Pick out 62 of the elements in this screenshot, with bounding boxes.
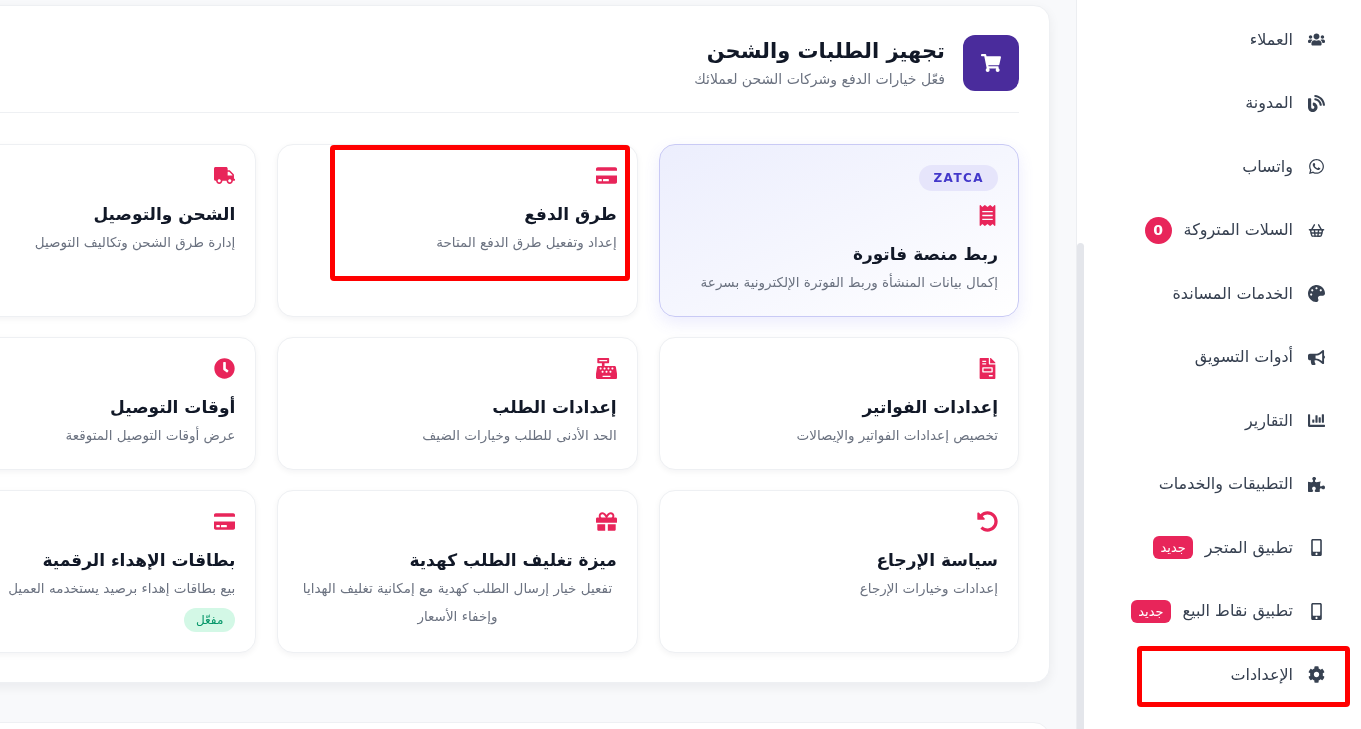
palette-icon xyxy=(1307,285,1325,303)
card-description: إعداد وتفعيل طرق الدفع المتاحة xyxy=(436,233,617,253)
sidebar-item[interactable]: تطبيق المتجر جديد xyxy=(1077,516,1361,580)
settings-card[interactable]: إعدادات الفواتير تخصيص إعدادات الفواتير والإيصالات xyxy=(658,337,1019,470)
card-title: الشحن والتوصيل xyxy=(93,203,236,226)
card-description: إكمال بيانات المنشأة وربط الفوترة الإلكترونية بسرعة xyxy=(700,272,998,293)
card-title: بطاقات الإهداء الرقمية xyxy=(42,549,236,572)
card-description: بيع بطاقات إهداء برصيد يستخدمه العميل xyxy=(8,579,236,599)
sidebar-item[interactable]: تطبيق نقاط البيع جديد xyxy=(1077,579,1361,643)
sidebar-item[interactable]: الخدمات المساندة xyxy=(1077,262,1361,326)
settings-card[interactable]: بطاقات الإهداء الرقمية بيع بطاقات إهداء برصيد يستخدمه العميل مفعّل xyxy=(0,490,257,653)
phone-bubble-icon xyxy=(1307,158,1325,176)
card-description: إدارة طرق الشحن وتكاليف التوصيل xyxy=(34,233,236,253)
card-description: تفعيل خيار إرسال الطلب كهدية مع إمكانية تغليف الهدايا وإخفاء الأسعار xyxy=(301,579,614,627)
card-description: تخصيص إعدادات الفواتير والإيصالات xyxy=(796,426,998,446)
receipt-icon xyxy=(977,205,998,226)
cash-register-icon xyxy=(595,358,617,379)
undo-icon xyxy=(977,511,998,532)
card-title: إعدادات الطلب xyxy=(492,396,617,419)
gift-icon xyxy=(595,511,617,532)
sidebar-item[interactable]: العملاء xyxy=(1077,8,1361,72)
cart-icon xyxy=(963,35,1019,91)
card-title: سياسة الإرجاع xyxy=(876,549,998,572)
tag-badge: ZATCA xyxy=(919,165,998,191)
sidebar-item[interactable]: أدوات التسويق xyxy=(1077,325,1361,389)
card-title: إعدادات الفواتير xyxy=(862,396,998,419)
new-badge: جديد xyxy=(1153,536,1193,560)
megaphone-icon xyxy=(1307,348,1325,366)
sidebar-item[interactable]: التقارير xyxy=(1077,389,1361,453)
settings-icon xyxy=(1307,666,1325,684)
card-description: عرض أوقات التوصيل المتوقعة xyxy=(65,425,236,446)
settings-card[interactable]: سياسة الإرجاع إعدادات وخيارات الإرجاع xyxy=(658,490,1019,653)
sidebar-item[interactable]: المدونة xyxy=(1077,71,1361,135)
card-title: ربط منصة فاتورة xyxy=(852,243,998,266)
settings-card[interactable]: إعدادات الطلب الحد الأدنى للطلب وخيارات الضيف xyxy=(277,337,638,470)
bar-chart-icon xyxy=(1307,412,1325,430)
status-badge: مفعّل xyxy=(183,608,236,632)
puzzle-icon xyxy=(1307,475,1325,493)
settings-card[interactable]: ميزة تغليف الطلب كهدية تفعيل خيار إرسال الطلب كهدية مع إمكانية تغليف الهدايا وإخفاء الأسعار xyxy=(277,490,638,653)
clock-icon xyxy=(214,358,236,379)
sidebar-item[interactable]: واتساب xyxy=(1077,135,1361,199)
invoice-icon xyxy=(977,358,998,379)
section-title: تجهيز الطلبات والشحن xyxy=(706,38,945,65)
card-description: إعدادات وخيارات الإرجاع xyxy=(859,579,998,599)
section-subtitle: فعّل خيارات الدفع وشركات الشحن لعملائك xyxy=(694,70,945,90)
new-badge: جديد xyxy=(1131,599,1171,623)
sidebar-item[interactable]: التطبيقات والخدمات xyxy=(1077,452,1361,516)
settings-card[interactable]: أوقات التوصيل عرض أوقات التوصيل المتوقعة xyxy=(0,337,257,470)
card-title: ميزة تغليف الطلب كهدية xyxy=(409,549,617,572)
count-badge: 0 xyxy=(1144,216,1172,244)
card-title: أوقات التوصيل xyxy=(110,395,236,419)
sidebar-item[interactable]: الإعدادات xyxy=(1077,643,1361,707)
settings-card[interactable]: الشحن والتوصيل إدارة طرق الشحن وتكاليف التوصيل xyxy=(0,144,257,317)
credit-card-icon xyxy=(595,165,617,186)
basket-icon xyxy=(1307,221,1325,239)
card-description: الحد الأدنى للطلب وخيارات الضيف xyxy=(422,426,617,446)
card-title: طرق الدفع xyxy=(524,203,617,226)
blog-icon xyxy=(1307,94,1325,112)
settings-card[interactable]: طرق الدفع إعداد وتفعيل طرق الدفع المتاحة xyxy=(277,144,638,317)
credit-card-icon xyxy=(214,511,236,532)
scrollbar-thumb[interactable] xyxy=(1077,243,1084,729)
truck-icon xyxy=(214,165,236,186)
